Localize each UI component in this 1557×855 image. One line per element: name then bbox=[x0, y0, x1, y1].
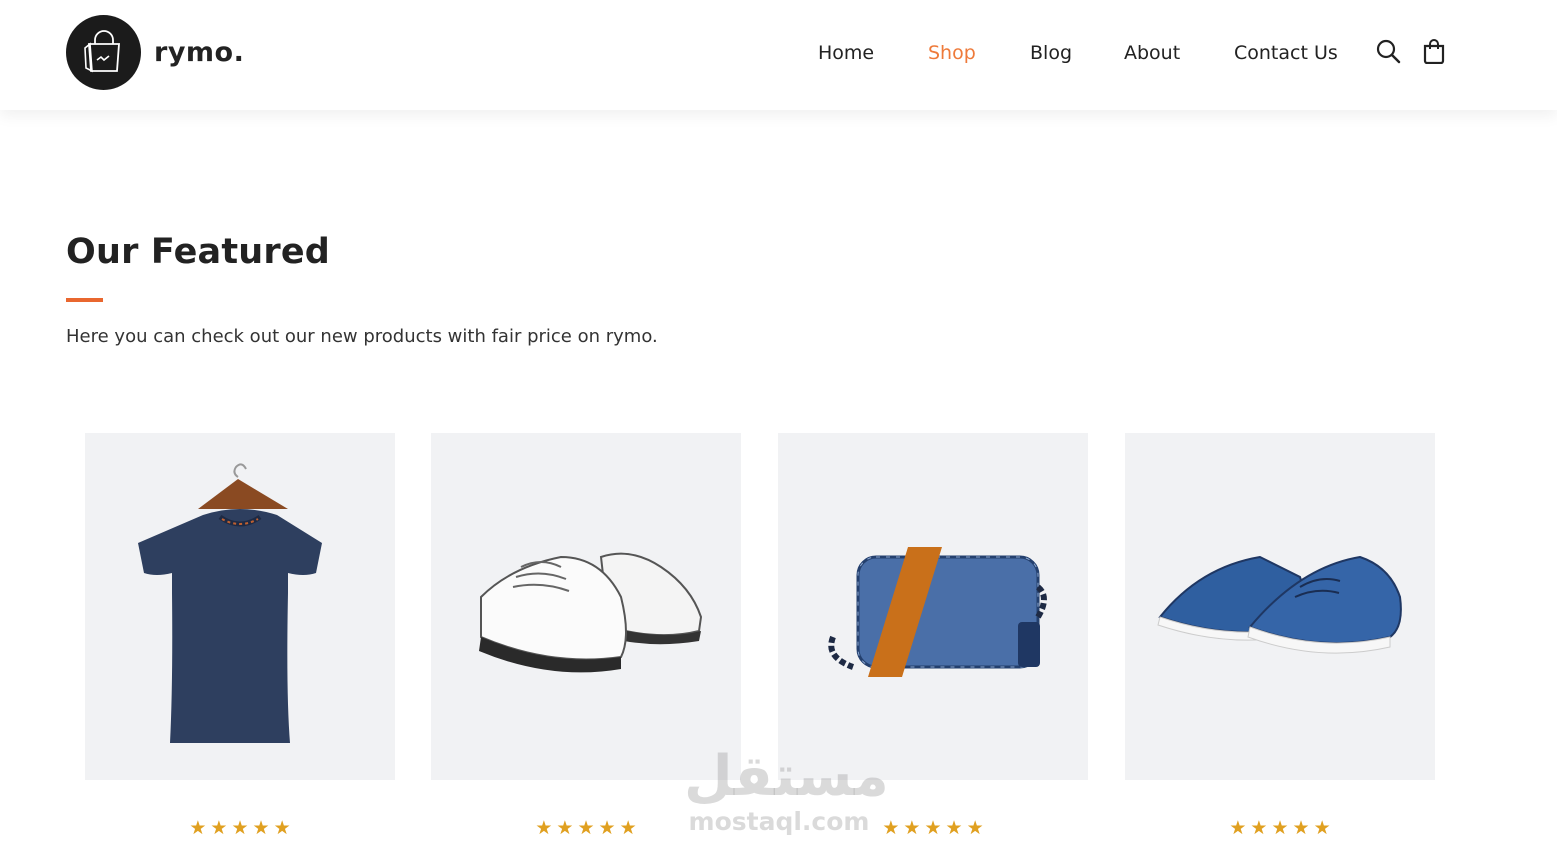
star-icon: ★ bbox=[577, 817, 595, 839]
site-header: rymo. Home Shop Blog About Contact Us bbox=[0, 0, 1557, 110]
product-image[interactable] bbox=[431, 433, 741, 780]
rating-stars: ★ ★ ★ ★ ★ bbox=[1125, 818, 1435, 838]
rating-stars: ★ ★ ★ ★ ★ bbox=[85, 818, 395, 838]
product-image[interactable] bbox=[85, 433, 395, 780]
main-nav: Home Shop Blog About Contact Us bbox=[0, 38, 1557, 68]
star-icon: ★ bbox=[252, 817, 270, 839]
search-button[interactable] bbox=[1374, 37, 1402, 65]
nav-contact-us[interactable]: Contact Us bbox=[1234, 38, 1338, 68]
star-icon: ★ bbox=[598, 817, 616, 839]
star-icon: ★ bbox=[882, 817, 900, 839]
star-icon: ★ bbox=[1313, 817, 1331, 839]
star-icon: ★ bbox=[903, 817, 921, 839]
star-icon: ★ bbox=[945, 817, 963, 839]
product-card-sneakers[interactable]: ★ ★ ★ ★ ★ bbox=[431, 433, 741, 838]
star-icon: ★ bbox=[189, 817, 207, 839]
rating-stars: ★ ★ ★ ★ ★ bbox=[778, 818, 1088, 838]
rating-stars: ★ ★ ★ ★ ★ bbox=[431, 818, 741, 838]
tshirt-image bbox=[138, 462, 322, 743]
star-icon: ★ bbox=[966, 817, 984, 839]
product-card-shoes[interactable]: ★ ★ ★ ★ ★ bbox=[1125, 433, 1435, 838]
star-icon: ★ bbox=[210, 817, 228, 839]
star-icon: ★ bbox=[924, 817, 942, 839]
nav-home[interactable]: Home bbox=[818, 38, 874, 68]
star-icon: ★ bbox=[1229, 817, 1247, 839]
bag-image bbox=[828, 546, 1047, 677]
product-card-tshirt[interactable]: ★ ★ ★ ★ ★ bbox=[85, 433, 395, 838]
cart-icon bbox=[1423, 39, 1445, 64]
featured-title: Our Featured bbox=[66, 232, 331, 272]
star-icon: ★ bbox=[535, 817, 553, 839]
nav-blog[interactable]: Blog bbox=[1030, 38, 1072, 68]
nav-about[interactable]: About bbox=[1124, 38, 1180, 68]
star-icon: ★ bbox=[619, 817, 637, 839]
star-icon: ★ bbox=[1250, 817, 1268, 839]
star-icon: ★ bbox=[1271, 817, 1289, 839]
star-icon: ★ bbox=[1292, 817, 1310, 839]
product-image[interactable] bbox=[1125, 433, 1435, 780]
star-icon: ★ bbox=[273, 817, 291, 839]
star-icon: ★ bbox=[556, 817, 574, 839]
cart-button[interactable] bbox=[1420, 37, 1448, 65]
product-card-bag[interactable]: ★ ★ ★ ★ ★ bbox=[778, 433, 1088, 838]
nav-shop[interactable]: Shop bbox=[928, 38, 976, 68]
sneakers-image bbox=[479, 552, 703, 672]
shoes-image bbox=[1157, 555, 1402, 654]
product-image[interactable] bbox=[778, 433, 1088, 780]
featured-description: Here you can check out our new products … bbox=[66, 326, 658, 347]
search-icon bbox=[1376, 39, 1401, 64]
star-icon: ★ bbox=[231, 817, 249, 839]
title-underline bbox=[66, 298, 103, 302]
